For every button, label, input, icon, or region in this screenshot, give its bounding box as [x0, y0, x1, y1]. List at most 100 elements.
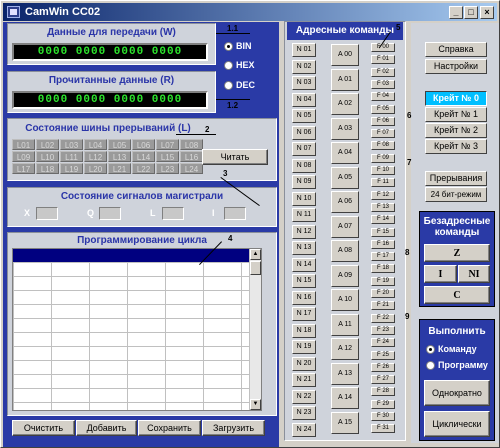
f-command-button[interactable]: F 30	[371, 412, 395, 421]
n-command-button[interactable]: N 11	[292, 208, 316, 222]
n-command-button[interactable]: N 05	[292, 109, 316, 123]
n-command-button[interactable]: N 10	[292, 191, 316, 206]
f-command-button[interactable]: F 10	[371, 166, 395, 175]
add-button[interactable]: Добавить	[76, 420, 137, 436]
n-command-button[interactable]: N 02	[292, 59, 316, 74]
a-command-button[interactable]: A 15	[331, 411, 359, 434]
f-command-button[interactable]: F 29	[371, 399, 395, 409]
a-command-button[interactable]: A 07	[331, 215, 359, 238]
n-command-button[interactable]: N 01	[292, 43, 316, 57]
n-command-button[interactable]: N 12	[292, 224, 316, 239]
a-command-button[interactable]: A 11	[331, 313, 359, 336]
scroll-up-icon[interactable]: ▲	[250, 249, 261, 260]
a-command-button[interactable]: A 08	[331, 240, 359, 262]
n-command-button[interactable]: N 19	[292, 340, 316, 354]
f-command-button[interactable]: F 31	[371, 424, 395, 434]
a-command-button[interactable]: A 02	[331, 93, 359, 115]
n-command-button[interactable]: N 18	[292, 323, 316, 338]
n-command-button[interactable]: N 23	[292, 406, 316, 420]
n-command-button[interactable]: N 17	[292, 307, 316, 321]
read-button[interactable]: Читать	[202, 149, 268, 165]
mode24-button[interactable]: 24 бит-режим	[425, 187, 487, 202]
n-command-button[interactable]: N 06	[292, 125, 316, 140]
f-command-button[interactable]: F 20	[371, 289, 395, 298]
n-command-button[interactable]: N 03	[292, 76, 316, 90]
save-button[interactable]: Сохранить	[138, 420, 201, 436]
cycle-table[interactable]: ▲ ▼	[12, 248, 262, 411]
crate-1-button[interactable]: Крейт № 1	[425, 107, 487, 122]
cyclic-button[interactable]: Циклически	[424, 411, 490, 437]
interrupts-button[interactable]: Прерывания	[425, 171, 487, 186]
radio-bin-dot[interactable]	[224, 41, 233, 51]
scroll-thumb[interactable]	[250, 261, 261, 275]
help-button[interactable]: Справка	[425, 42, 487, 57]
i-button[interactable]: I	[424, 265, 457, 283]
n-command-button[interactable]: N 14	[292, 257, 316, 272]
radio-program-dot[interactable]	[426, 360, 435, 370]
f-command-button[interactable]: F 03	[371, 79, 395, 89]
radio-command-dot[interactable]	[426, 344, 435, 354]
load-button[interactable]: Загрузить	[202, 420, 265, 436]
a-command-button[interactable]: A 00	[331, 44, 359, 66]
f-command-button[interactable]: F 19	[371, 276, 395, 286]
a-command-button[interactable]: A 01	[331, 68, 359, 91]
crate-2-button[interactable]: Крейт № 2	[425, 123, 487, 138]
a-command-button[interactable]: A 03	[331, 117, 359, 140]
f-command-button[interactable]: F 25	[371, 350, 395, 360]
maximize-button[interactable]: □	[464, 6, 478, 19]
cycle-table-rows[interactable]	[13, 262, 251, 410]
close-button[interactable]: ×	[480, 6, 494, 19]
radio-program[interactable]: Программу	[426, 360, 488, 370]
f-command-button[interactable]: F 14	[371, 215, 395, 225]
f-command-button[interactable]: F 13	[371, 202, 395, 212]
f-command-button[interactable]: F 02	[371, 67, 395, 77]
f-command-button[interactable]: F 00	[371, 43, 395, 52]
f-command-button[interactable]: F 17	[371, 252, 395, 262]
n-command-button[interactable]: N 21	[292, 373, 316, 387]
cycle-scrollbar[interactable]: ▲ ▼	[249, 249, 261, 410]
f-command-button[interactable]: F 12	[371, 190, 395, 200]
f-command-button[interactable]: F 09	[371, 153, 395, 163]
scroll-down-icon[interactable]: ▼	[250, 399, 261, 410]
n-command-button[interactable]: N 13	[292, 241, 316, 255]
f-command-button[interactable]: F 21	[371, 301, 395, 311]
a-command-button[interactable]: A 09	[331, 264, 359, 287]
radio-bin[interactable]: BIN	[224, 41, 252, 51]
f-command-button[interactable]: F 26	[371, 362, 395, 372]
f-command-button[interactable]: F 05	[371, 104, 395, 114]
a-command-button[interactable]: A 05	[331, 166, 359, 189]
ni-button[interactable]: NI	[458, 265, 490, 283]
f-command-button[interactable]: F 08	[371, 141, 395, 151]
radio-hex[interactable]: HEX	[224, 60, 255, 70]
f-command-button[interactable]: F 07	[371, 129, 395, 139]
f-command-button[interactable]: F 06	[371, 116, 395, 126]
radio-dec[interactable]: DEC	[224, 80, 255, 90]
n-command-button[interactable]: N 09	[292, 175, 316, 189]
f-command-button[interactable]: F 04	[371, 92, 395, 102]
radio-dec-dot[interactable]	[224, 80, 233, 90]
n-command-button[interactable]: N 16	[292, 290, 316, 305]
n-command-button[interactable]: N 20	[292, 356, 316, 371]
n-command-button[interactable]: N 04	[292, 92, 316, 107]
n-command-button[interactable]: N 15	[292, 274, 316, 288]
f-command-button[interactable]: F 23	[371, 325, 395, 335]
z-button[interactable]: Z	[424, 244, 490, 262]
n-command-button[interactable]: N 24	[292, 422, 316, 437]
f-command-button[interactable]: F 16	[371, 239, 395, 249]
f-command-button[interactable]: F 24	[371, 338, 395, 348]
f-command-button[interactable]: F 18	[371, 264, 395, 274]
n-command-button[interactable]: N 08	[292, 158, 316, 173]
radio-hex-dot[interactable]	[224, 60, 233, 70]
f-command-button[interactable]: F 11	[371, 178, 395, 188]
f-command-button[interactable]: F 15	[371, 227, 395, 237]
n-command-button[interactable]: N 07	[292, 142, 316, 156]
clear-button[interactable]: Очистить	[12, 420, 75, 436]
f-command-button[interactable]: F 28	[371, 387, 395, 397]
n-command-button[interactable]: N 22	[292, 389, 316, 404]
settings-button[interactable]: Настройки	[425, 59, 487, 74]
f-command-button[interactable]: F 27	[371, 375, 395, 385]
a-command-button[interactable]: A 12	[331, 338, 359, 360]
minimize-button[interactable]: _	[449, 6, 463, 19]
crate-3-button[interactable]: Крейт № 3	[425, 139, 487, 154]
crate-0-button[interactable]: Крейт № 0	[425, 91, 487, 106]
